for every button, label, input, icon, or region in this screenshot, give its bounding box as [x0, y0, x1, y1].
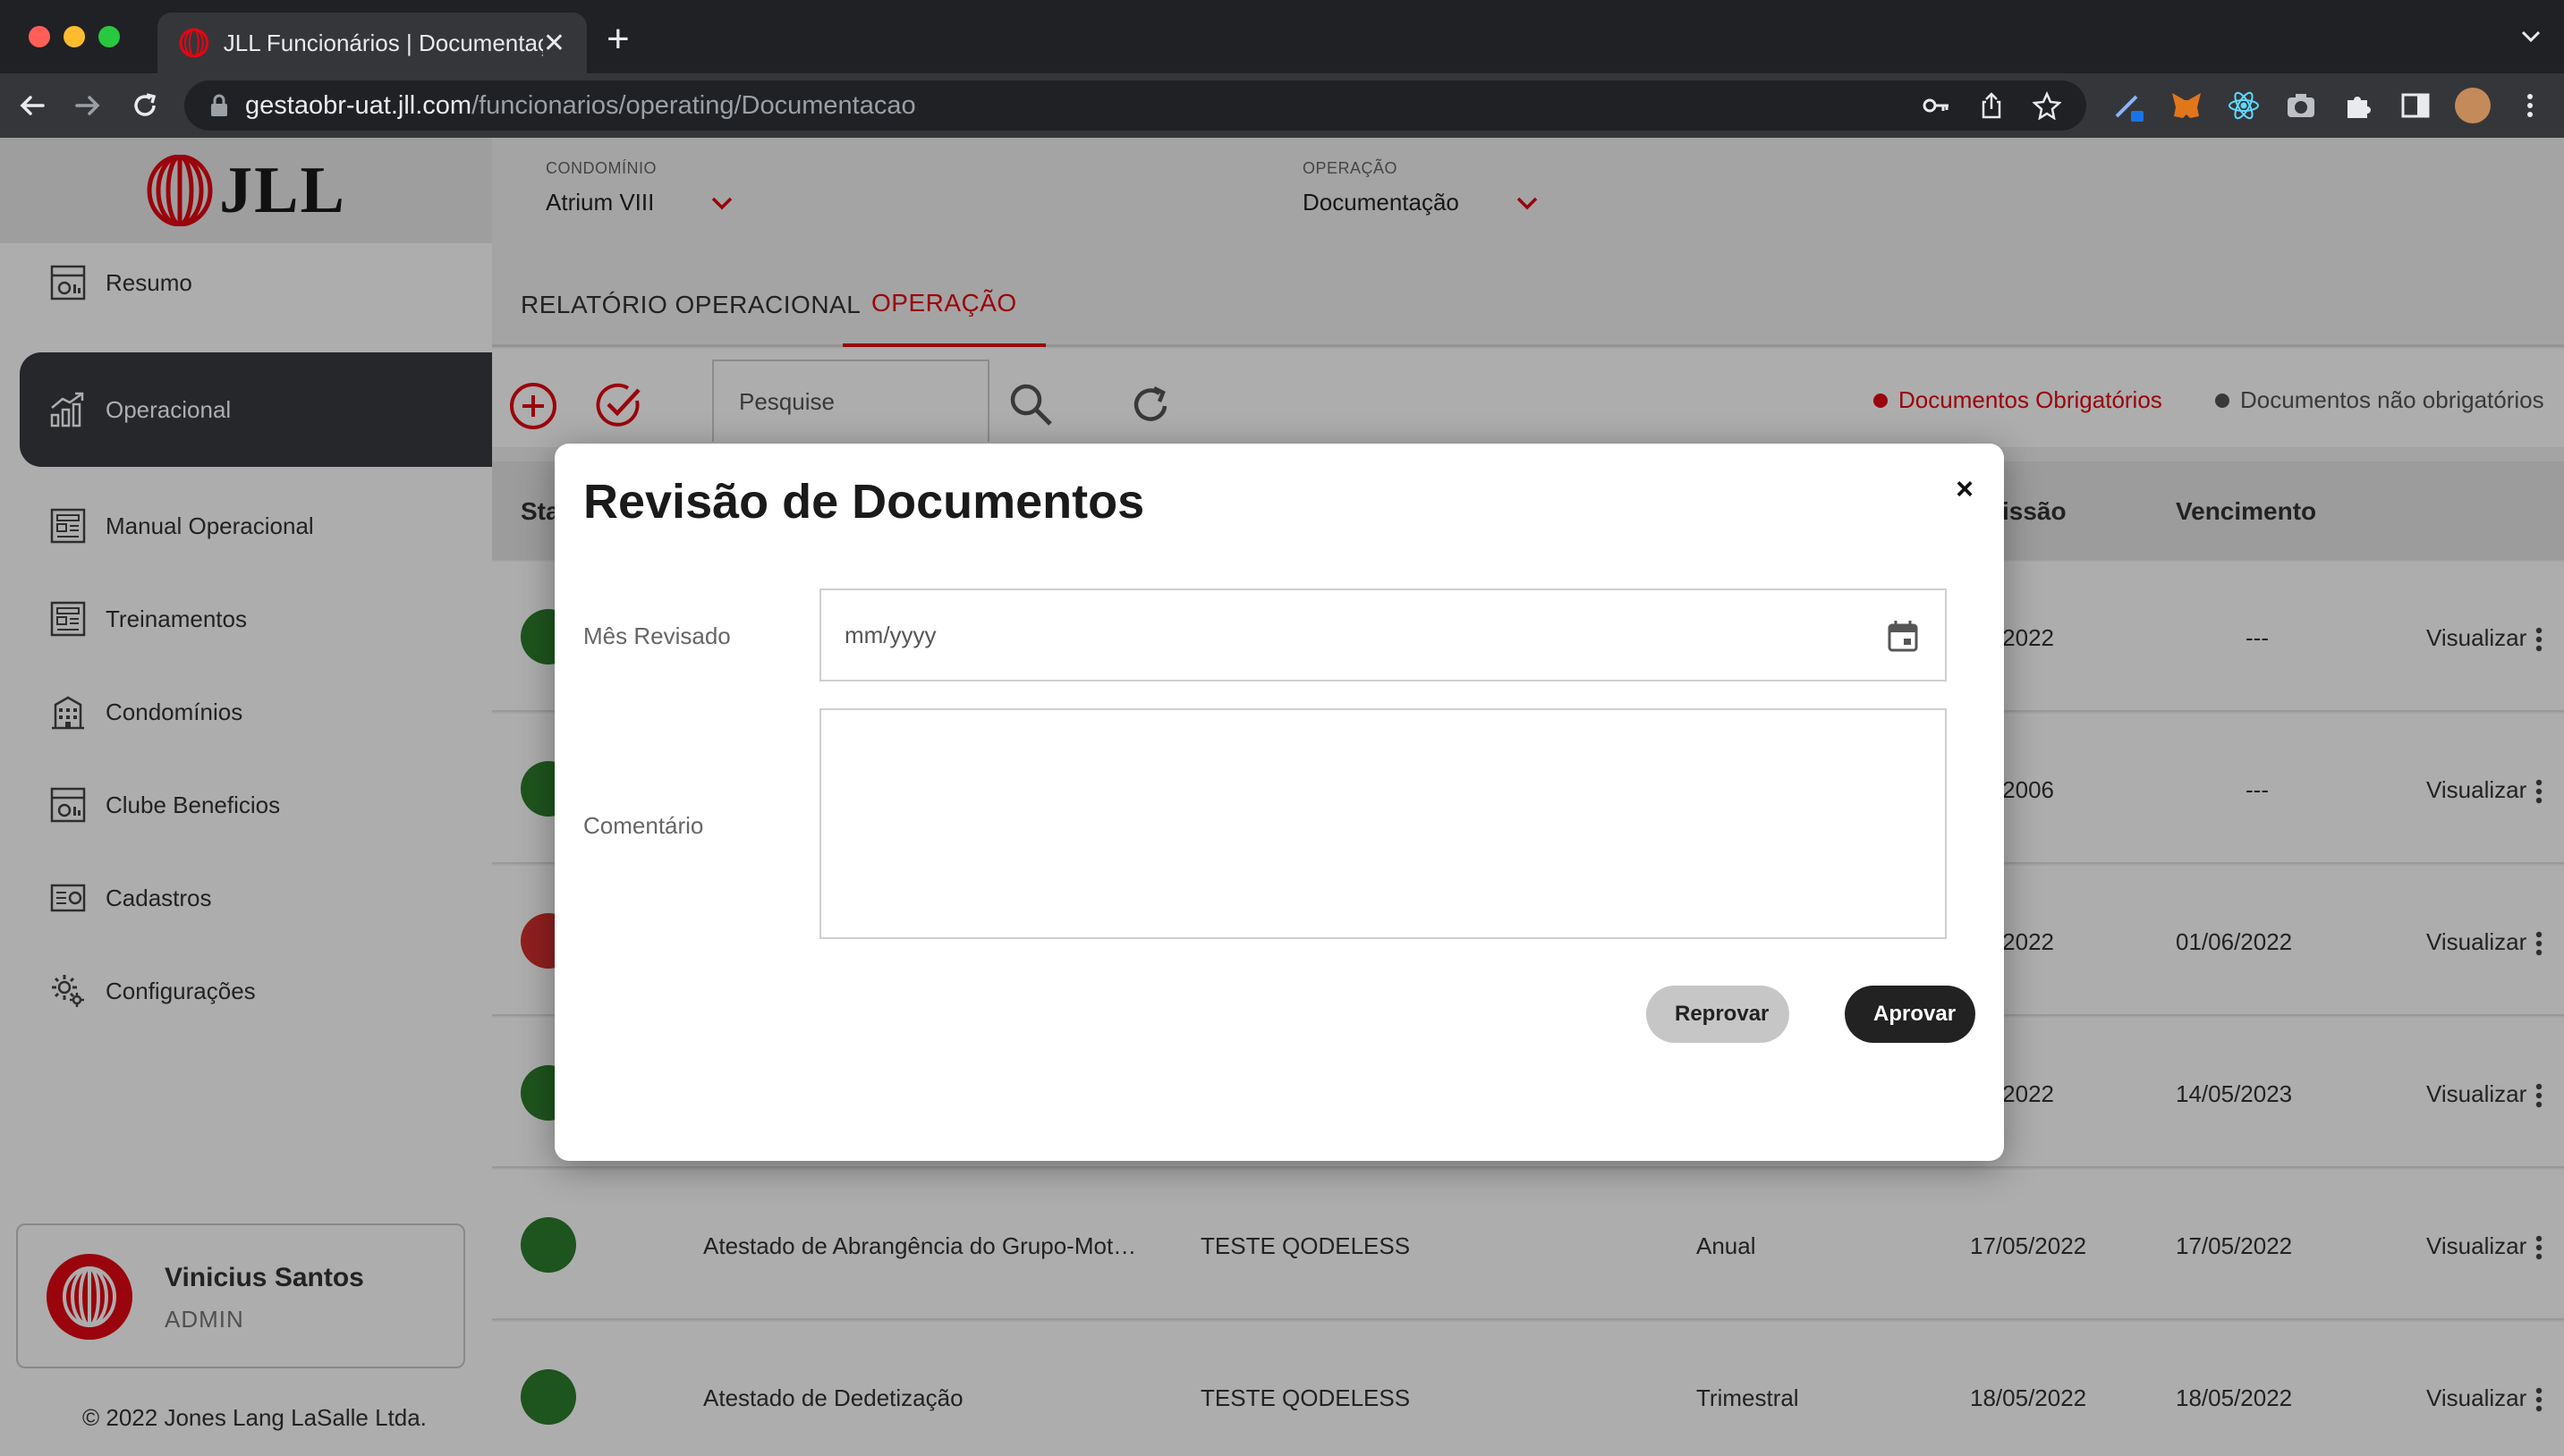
jll-favicon-icon [179, 28, 209, 58]
minimize-window-button[interactable] [64, 26, 85, 47]
address-bar-actions [1922, 91, 2061, 120]
tab-title: JLL Funcionários | Documentaç [223, 29, 543, 56]
chrome-menu-icon[interactable] [2512, 88, 2548, 123]
browser-tab-bar: JLL Funcionários | Documentaç ✕ + [0, 0, 2564, 73]
aprovar-button[interactable]: Aprovar [1845, 986, 1975, 1043]
app-page: JLL Resumo Operacional Manual Operaciona… [0, 138, 2564, 1456]
lock-icon[interactable] [209, 94, 229, 117]
pen-extension-icon[interactable] [2111, 88, 2147, 123]
tab-close-icon[interactable]: ✕ [543, 28, 565, 59]
month-placeholder: mm/yyyy [845, 621, 937, 648]
new-tab-button[interactable]: + [607, 20, 630, 59]
bookmark-star-icon[interactable] [2033, 91, 2061, 120]
back-arrow-icon[interactable] [14, 88, 50, 123]
camera-extension-icon[interactable] [2283, 88, 2319, 123]
modal-title: Revisão de Documentos [583, 475, 1145, 529]
address-bar[interactable]: gestaobr-uat.jll.com/funcionarios/operat… [184, 80, 2086, 131]
reload-icon[interactable] [127, 88, 163, 123]
forward-arrow-icon[interactable] [70, 88, 106, 123]
reprovar-button[interactable]: Reprovar [1646, 986, 1789, 1043]
puzzle-extensions-icon[interactable] [2340, 88, 2376, 123]
tab-search-chevron-icon[interactable] [2519, 25, 2543, 48]
maximize-window-button[interactable] [98, 26, 120, 47]
calendar-icon[interactable] [1886, 619, 1920, 653]
close-window-button[interactable] [29, 26, 50, 47]
mes-revisado-label: Mês Revisado [583, 622, 731, 649]
window-controls [29, 26, 120, 47]
side-panel-icon[interactable] [2398, 88, 2433, 123]
react-devtools-icon[interactable] [2226, 88, 2262, 123]
metamask-fox-icon[interactable] [2169, 88, 2204, 123]
share-icon[interactable] [1977, 91, 2006, 120]
profile-avatar[interactable] [2455, 88, 2491, 123]
browser-toolbar: gestaobr-uat.jll.com/funcionarios/operat… [0, 73, 2564, 138]
comment-textarea[interactable] [819, 708, 1947, 939]
key-icon[interactable] [1922, 91, 1950, 120]
month-input[interactable]: mm/yyyy [819, 588, 1947, 681]
review-documents-modal: Revisão de Documentos × Mês Revisado mm/… [555, 444, 2004, 1161]
close-icon[interactable]: × [1956, 472, 1974, 507]
extensions-area [2111, 88, 2548, 123]
url-text: gestaobr-uat.jll.com/funcionarios/operat… [245, 90, 916, 120]
comentario-label: Comentário [583, 812, 704, 839]
browser-tab[interactable]: JLL Funcionários | Documentaç ✕ [157, 13, 587, 73]
